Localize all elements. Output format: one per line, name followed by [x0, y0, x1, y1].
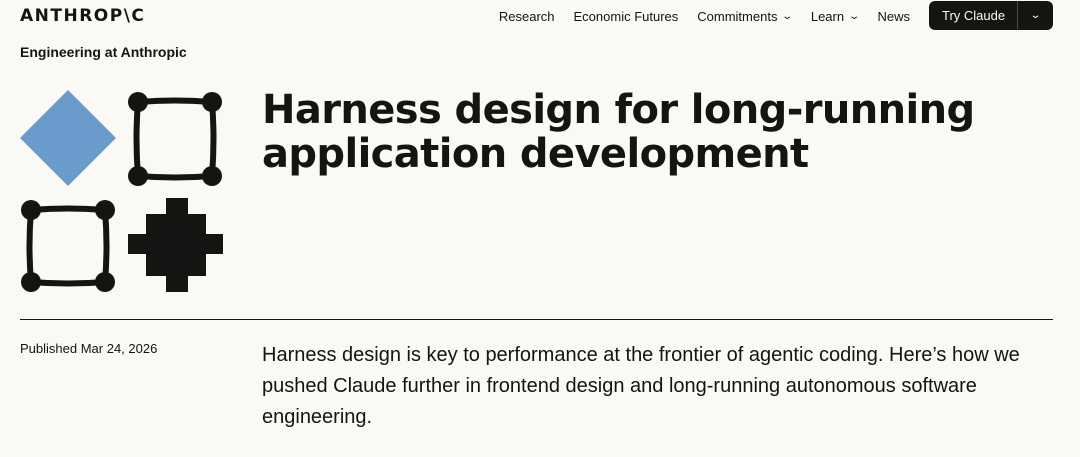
- nav-learn-label: Learn: [810, 8, 845, 24]
- try-claude-button[interactable]: Try Claude ⌄: [929, 1, 1053, 30]
- nav-economic-futures[interactable]: Economic Futures: [574, 9, 679, 24]
- chevron-down-icon[interactable]: ⌄: [1011, 10, 1060, 21]
- square-nodes-icon: [21, 200, 115, 292]
- nav-news[interactable]: News: [877, 9, 910, 24]
- section-label[interactable]: Engineering at Anthropic: [20, 44, 187, 60]
- chevron-down-icon: ⌄: [781, 10, 794, 22]
- nav-economic-futures-label: Economic Futures: [573, 8, 679, 24]
- square-nodes-icon: [128, 92, 222, 186]
- anthropic-logo[interactable]: ANTHROP\C: [20, 6, 145, 26]
- article-illustration: [20, 90, 223, 292]
- published-date: Published Mar 24, 2026: [20, 341, 158, 356]
- nav-learn[interactable]: Learn ⌄: [810, 8, 861, 24]
- divider: [20, 319, 1053, 320]
- main-nav: Research Economic Futures Commitments ⌄ …: [480, 6, 910, 26]
- nav-research[interactable]: Research: [499, 9, 555, 24]
- nav-commitments-label: Commitments: [697, 8, 778, 24]
- nav-commitments[interactable]: Commitments ⌄: [697, 8, 794, 24]
- try-claude-label: Try Claude: [942, 8, 1006, 23]
- cross-block-icon: [128, 198, 223, 292]
- nav-news-label: News: [877, 8, 910, 24]
- nav-research-label: Research: [498, 8, 555, 24]
- article-summary: Harness design is key to performance at …: [262, 344, 1020, 428]
- article-title: Harness design for long-running applicat…: [262, 87, 975, 177]
- diamond-icon: [20, 90, 116, 186]
- chevron-down-icon: ⌄: [848, 10, 861, 22]
